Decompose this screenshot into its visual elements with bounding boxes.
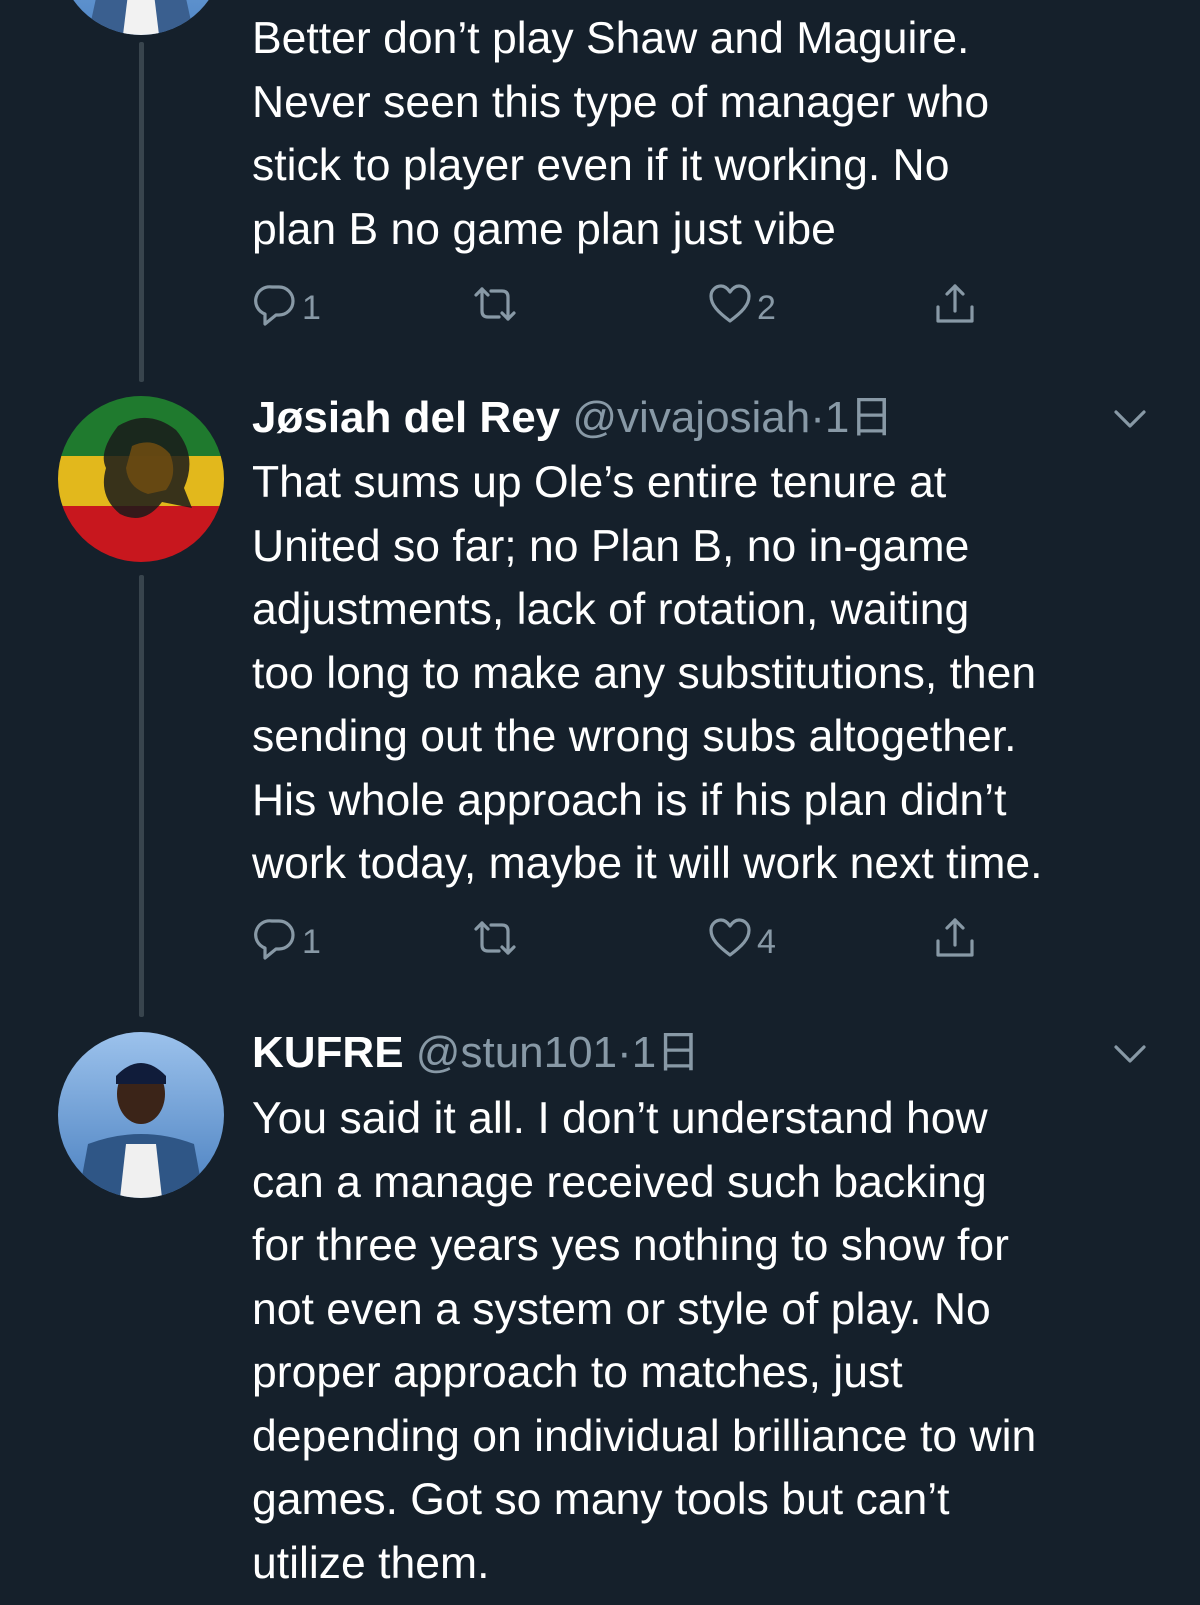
avatar[interactable] xyxy=(58,0,224,35)
tweet-header: KUFRE @stun101·1日 xyxy=(252,1022,700,1084)
tweet-text-line: His whole approach is if his plan didn’t xyxy=(252,775,1007,825)
tweet-actions: 1 4 xyxy=(252,917,1012,967)
tweet-text-line: not even a system or style of play. No xyxy=(252,1284,991,1334)
like-icon xyxy=(707,915,753,970)
tweet-text: Better don’t play Shaw and Maguire. Neve… xyxy=(252,7,1152,261)
tweet-text-line: work today, maybe it will work next time… xyxy=(252,839,1043,888)
tweet-text-line: stick to player even if it working. No xyxy=(252,141,950,190)
chevron-down-icon[interactable] xyxy=(1110,1039,1150,1069)
user-handle[interactable]: @stun101 xyxy=(416,1028,617,1077)
user-handle[interactable]: @vivajosiah xyxy=(572,393,810,442)
like-icon xyxy=(707,281,753,336)
reply-icon xyxy=(252,281,298,336)
tweet-text: You said it all. I don’t understand how … xyxy=(252,1087,1152,1595)
chevron-down-icon[interactable] xyxy=(1110,404,1150,434)
like-count: 4 xyxy=(757,922,776,961)
avatar[interactable] xyxy=(58,396,224,562)
tweet-text-line: United so far; no Plan B, no in-game xyxy=(252,521,970,571)
tweet-text-line: You said it all. I don’t understand how xyxy=(252,1094,988,1143)
tweet-text-line: That sums up Ole’s entire tenure at xyxy=(252,458,947,507)
reply-count: 1 xyxy=(302,288,321,327)
reply-icon xyxy=(252,915,298,970)
thread-line xyxy=(139,42,144,382)
tweet-text-line: games. Got so many tools but can’t xyxy=(252,1475,950,1524)
tweet-text-line: Better don’t play Shaw and Maguire. xyxy=(252,14,970,63)
tweet-text-line: too long to make any substitutions, then xyxy=(252,648,1037,698)
retweet-icon xyxy=(472,915,518,970)
separator-dot: · xyxy=(617,1028,632,1077)
tweet-text-line: Never seen this type of manager who xyxy=(252,77,990,127)
display-name[interactable]: KUFRE xyxy=(252,1028,404,1077)
tweet-text-line: adjustments, lack of rotation, waiting xyxy=(252,585,970,634)
display-name[interactable]: Jøsiah del Rey xyxy=(252,393,560,442)
share-button[interactable] xyxy=(932,917,978,967)
like-button[interactable]: 2 xyxy=(707,283,776,333)
like-count: 2 xyxy=(757,288,776,327)
reply-button[interactable]: 1 xyxy=(252,283,321,333)
avatar[interactable] xyxy=(58,1032,224,1198)
tweet-timestamp[interactable]: 1日 xyxy=(825,393,893,442)
tweet-text: That sums up Ole’s entire tenure at Unit… xyxy=(252,451,1152,896)
tweet-text-line: sending out the wrong subs altogether. xyxy=(252,712,1017,761)
like-button[interactable]: 4 xyxy=(707,917,776,967)
thread-line xyxy=(139,575,144,1017)
share-icon xyxy=(932,281,978,336)
tweet-text-line: depending on individual brilliance to wi… xyxy=(252,1411,1037,1461)
tweet-text-line: can a manage received such backing xyxy=(252,1157,987,1207)
tweet-text-line: for three years yes nothing to show for xyxy=(252,1221,1009,1270)
tweet-timestamp[interactable]: 1日 xyxy=(632,1028,700,1077)
tweet-text-line: plan B no game plan just vibe xyxy=(252,204,836,254)
tweet-text-line: proper approach to matches, just xyxy=(252,1348,903,1397)
retweet-button[interactable] xyxy=(472,283,518,333)
retweet-button[interactable] xyxy=(472,917,518,967)
separator-dot: · xyxy=(810,393,825,442)
share-icon xyxy=(932,915,978,970)
tweet-header: Jøsiah del Rey @vivajosiah·1日 xyxy=(252,387,893,449)
reply-count: 1 xyxy=(302,922,321,961)
tweet-actions: 1 2 xyxy=(252,283,1012,333)
reply-button[interactable]: 1 xyxy=(252,917,321,967)
tweet-text-line: utilize them. xyxy=(252,1538,490,1588)
share-button[interactable] xyxy=(932,283,978,333)
retweet-icon xyxy=(472,281,518,336)
